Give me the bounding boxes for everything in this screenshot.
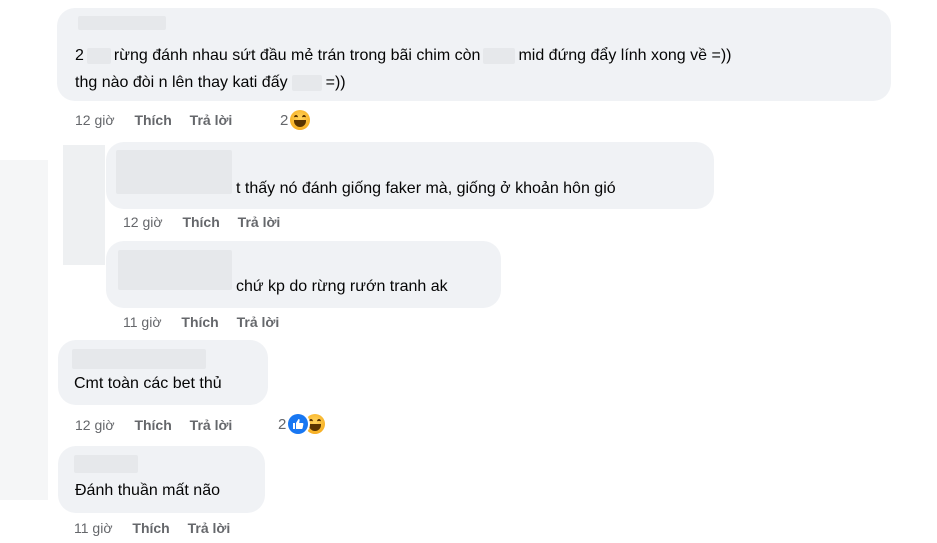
timestamp[interactable]: 12 giờ [75, 417, 115, 433]
comment-1-meta: 12 giờ Thích Trả lời [75, 112, 232, 128]
reply-button[interactable]: Trả lời [190, 112, 233, 128]
comment-1-reactions[interactable]: 2 [280, 110, 311, 130]
like-button[interactable]: Thích [182, 214, 219, 230]
comment-1-line-2: thg nào đòi n lên thay kati đấy =)) [75, 74, 346, 91]
comment-3-meta: 11 giờ Thích Trả lời [123, 314, 279, 330]
comment-5-meta: 11 giờ Thích Trả lời [74, 520, 230, 536]
reply-button[interactable]: Trả lời [188, 520, 231, 536]
comment-2-text: t thấy nó đánh giống faker mà, giống ở k… [236, 180, 616, 197]
thread-guide-left [0, 160, 48, 500]
commenter-name-redacted[interactable] [116, 150, 232, 194]
like-reaction-icon [288, 414, 309, 434]
like-button[interactable]: Thích [134, 417, 171, 433]
comment-4-meta: 12 giờ Thích Trả lời [75, 417, 232, 433]
commenter-name-redacted[interactable] [74, 455, 138, 473]
reaction-count: 2 [278, 415, 287, 433]
reply-button[interactable]: Trả lời [190, 417, 233, 433]
haha-emoji-icon [290, 110, 311, 130]
like-button[interactable]: Thích [181, 314, 218, 330]
comment-4-reactions[interactable]: 2 [278, 414, 326, 434]
timestamp[interactable]: 12 giờ [75, 112, 115, 128]
haha-emoji-icon [305, 414, 326, 434]
commenter-name-redacted[interactable] [78, 16, 166, 30]
timestamp[interactable]: 11 giờ [74, 520, 113, 536]
comment-3-text: chứ kp do rừng rướn tranh ak [236, 278, 448, 295]
reaction-count: 2 [280, 111, 289, 129]
reply-button[interactable]: Trả lời [238, 214, 281, 230]
comment-4-text: Cmt toàn các bet thủ [74, 375, 222, 392]
timestamp[interactable]: 11 giờ [123, 314, 162, 330]
commenter-name-redacted[interactable] [118, 250, 232, 290]
like-button[interactable]: Thích [132, 520, 169, 536]
timestamp[interactable]: 12 giờ [123, 214, 163, 230]
thread-guide-line [63, 145, 105, 265]
reply-button[interactable]: Trả lời [237, 314, 280, 330]
comment-5-text: Đánh thuần mất não [75, 482, 220, 499]
like-button[interactable]: Thích [134, 112, 171, 128]
comment-1-line-1: 2 rừng đánh nhau sứt đầu mẻ trán trong bã… [75, 47, 732, 64]
comment-2-meta: 12 giờ Thích Trả lời [123, 214, 280, 230]
commenter-name-redacted[interactable] [72, 349, 206, 369]
